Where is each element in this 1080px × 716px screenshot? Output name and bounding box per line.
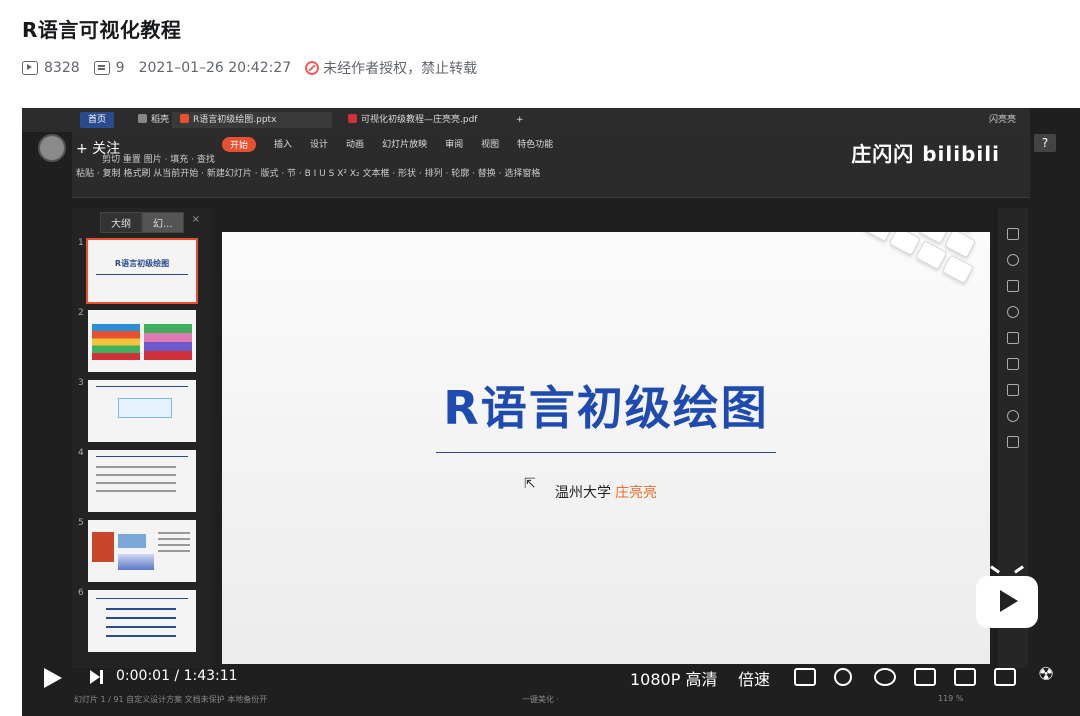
ribbon-row: 粘贴 · 复制 格式刷 从当前开始 · 新建幻灯片 · 版式 · 节 · B I… xyxy=(76,169,541,179)
tab-slides[interactable]: 幻... xyxy=(142,212,184,233)
uploader-watermark: 庄闪闪 bilibili xyxy=(851,142,1000,166)
menu-design[interactable]: 设计 xyxy=(310,137,328,152)
slide-subtitle: 温州大学 庄亮亮 xyxy=(555,485,657,501)
radiation-icon[interactable]: ☢ xyxy=(1038,664,1054,685)
pip-icon[interactable] xyxy=(914,668,936,686)
history-icon[interactable] xyxy=(1007,410,1019,422)
menu-insert[interactable]: 插入 xyxy=(274,137,292,152)
page: R语言可视化教程 8328 9 2021–01–26 20:42:27 未经作者… xyxy=(0,0,1080,716)
play-count-icon xyxy=(22,61,38,75)
keyboard-image xyxy=(798,232,990,323)
thumb-divider xyxy=(96,456,188,457)
repost-notice: 未经作者授权，禁止转载 xyxy=(305,58,477,78)
close-icon[interactable]: × xyxy=(192,214,200,225)
menu-animation[interactable]: 动画 xyxy=(346,137,364,152)
tab-add[interactable]: + xyxy=(508,112,532,128)
app-tab-bar: 首页 稻壳 R语言初级绘图.pptx 可视化初级教程—庄亮亮.pdf + 闪亮亮 xyxy=(22,108,1030,132)
bilibili-logo-icon xyxy=(976,565,1038,628)
pdf-icon xyxy=(348,114,357,123)
thumb-image xyxy=(118,534,146,548)
video-meta: 8328 9 2021–01–26 20:42:27 未经作者授权，禁止转载 xyxy=(22,58,491,78)
thumb-chart xyxy=(118,554,154,570)
ribbon-menu: 开始 插入 设计 动画 幻灯片放映 审阅 视图 特色功能 xyxy=(222,137,553,152)
settings-gear-icon[interactable] xyxy=(874,668,896,686)
fill-icon[interactable] xyxy=(1007,280,1019,292)
tab-pptx[interactable]: R语言初级绘图.pptx xyxy=(172,112,332,128)
slide-thumb-6[interactable] xyxy=(88,590,196,652)
tab-outline[interactable]: 大纲 xyxy=(100,212,142,233)
menu-review[interactable]: 审阅 xyxy=(445,137,463,152)
tab-home[interactable]: 首页 xyxy=(80,112,115,128)
slide-thumbnails-panel: 大纲 幻... × 1 R语言初级绘图 2 3 4 5 6 xyxy=(72,208,212,668)
thumb-number: 1 xyxy=(78,238,84,248)
thumb-divider xyxy=(96,274,188,275)
slide-title: R语言初级绘图 xyxy=(443,381,769,435)
slide-thumb-1[interactable]: R语言初级绘图 xyxy=(86,238,198,304)
player-controls: 0:00:01 / 1:43:11 1080P 高清 倍速 ☢ xyxy=(22,565,1080,716)
thumb-diagram xyxy=(118,398,172,418)
menu-home[interactable]: 开始 xyxy=(222,137,257,152)
current-slide: R语言初级绘图 ⇱ 温州大学 庄亮亮 xyxy=(222,232,990,664)
volume-icon[interactable] xyxy=(834,668,852,686)
thumb-number: 4 xyxy=(78,448,84,458)
thumb-tabs: 大纲 幻... xyxy=(100,212,184,233)
slide-thumb-5[interactable] xyxy=(88,520,196,582)
slide-thumb-3[interactable] xyxy=(88,380,196,442)
thumb-divider xyxy=(96,386,188,387)
layers-icon[interactable] xyxy=(1007,332,1019,344)
app-user: 闪亮亮 xyxy=(988,115,1016,125)
animation-icon[interactable] xyxy=(1007,358,1019,370)
danmaku-icon xyxy=(93,61,110,75)
slide-thumb-4[interactable] xyxy=(88,450,196,512)
thumb-text-lines xyxy=(158,532,190,534)
video-title: R语言可视化教程 xyxy=(22,18,182,42)
thumb-text-lines xyxy=(106,608,176,610)
thumb-number: 5 xyxy=(78,518,84,528)
playback-time: 0:00:01 / 1:43:11 xyxy=(116,668,238,684)
tab-wps[interactable]: 稻壳 xyxy=(130,112,177,128)
video-player[interactable]: 首页 稻壳 R语言初级绘图.pptx 可视化初级教程—庄亮亮.pdf + 闪亮亮… xyxy=(22,108,1080,716)
thumb-table xyxy=(144,324,192,360)
copy-icon[interactable] xyxy=(1007,228,1019,240)
thumb-number: 3 xyxy=(78,378,84,388)
danmaku-toggle-icon[interactable] xyxy=(794,668,816,686)
follow-button[interactable]: + 关注 xyxy=(76,138,120,158)
menu-features[interactable]: 特色功能 xyxy=(517,137,553,152)
slide-divider xyxy=(436,452,776,453)
magic-icon[interactable] xyxy=(1007,306,1019,318)
ban-icon xyxy=(305,61,320,75)
thumb-number: 6 xyxy=(78,588,84,598)
thumb-divider xyxy=(96,598,188,599)
ribbon-toolbar: 开始 插入 设计 动画 幻灯片放映 审阅 视图 特色功能 剪切 重置 图片 · … xyxy=(72,132,1030,198)
image-icon[interactable] xyxy=(1007,436,1019,448)
pptx-icon xyxy=(180,114,189,123)
speed-button[interactable]: 倍速 xyxy=(738,666,770,690)
danmaku-count: 9 xyxy=(93,60,125,76)
menu-slideshow[interactable]: 幻灯片放映 xyxy=(382,137,427,152)
wps-icon xyxy=(138,114,147,123)
menu-view[interactable]: 视图 xyxy=(481,137,499,152)
thumb-number: 2 xyxy=(78,308,84,318)
thumb-table xyxy=(92,324,140,360)
publish-datetime: 2021–01–26 20:42:27 xyxy=(138,60,292,76)
tab-pdf[interactable]: 可视化初级教程—庄亮亮.pdf xyxy=(340,112,485,128)
slide-thumb-2[interactable] xyxy=(88,310,196,372)
quality-button[interactable]: 1080P 高清 xyxy=(630,666,717,690)
fullscreen-icon[interactable] xyxy=(994,668,1016,686)
next-icon[interactable] xyxy=(90,670,103,684)
thumb-image xyxy=(92,532,114,562)
thumb-title: R语言初级绘图 xyxy=(114,259,170,268)
view-count: 8328 xyxy=(22,60,80,76)
help-button[interactable]: ? xyxy=(1034,134,1056,152)
play-icon[interactable] xyxy=(44,668,62,688)
video-header: R语言可视化教程 8328 9 2021–01–26 20:42:27 未经作者… xyxy=(0,0,1080,108)
shape-icon[interactable] xyxy=(1007,254,1019,266)
settings-icon[interactable] xyxy=(1007,384,1019,396)
widescreen-icon[interactable] xyxy=(954,668,976,686)
uploader-avatar[interactable] xyxy=(38,134,66,162)
thumb-text-lines xyxy=(96,466,176,468)
